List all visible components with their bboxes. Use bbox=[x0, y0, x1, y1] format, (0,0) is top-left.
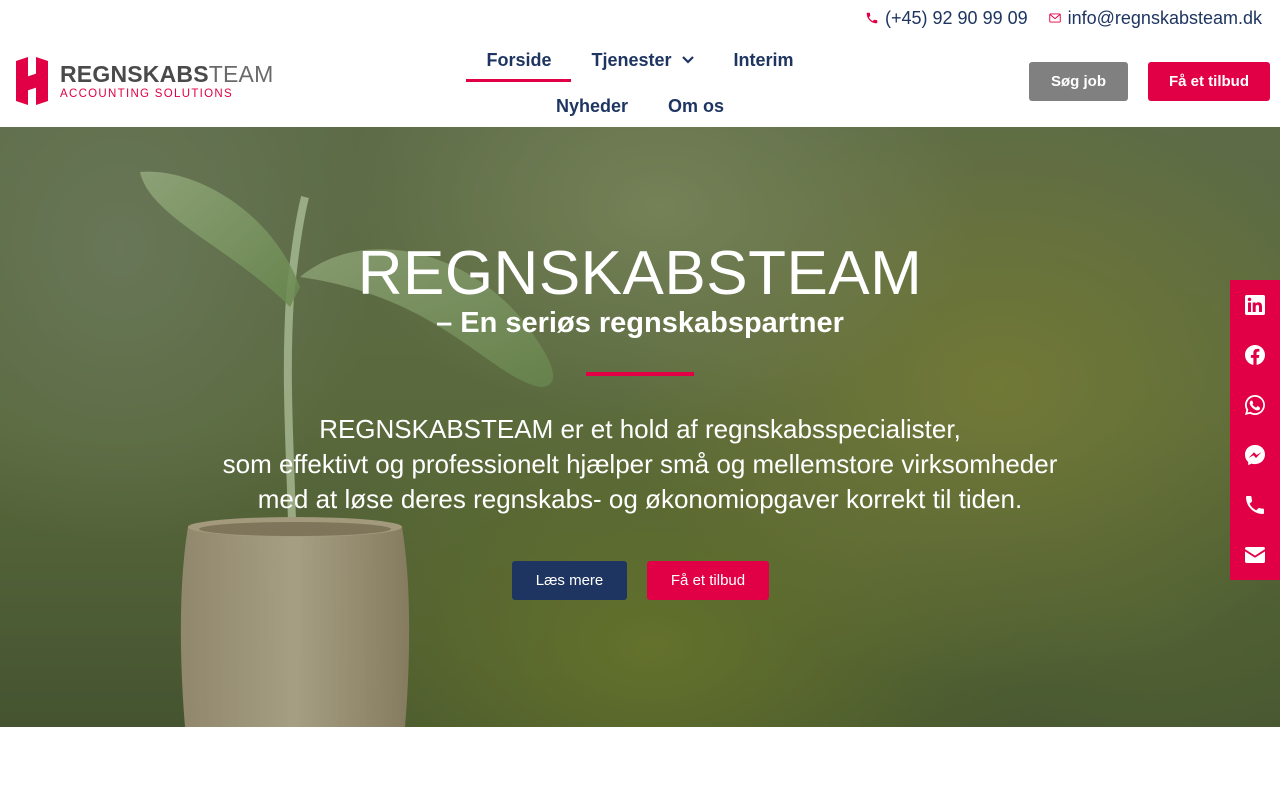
phone-button[interactable] bbox=[1230, 480, 1280, 530]
top-contact-bar: (+45) 92 90 99 09 info@regnskabsteam.dk bbox=[865, 6, 1262, 30]
hero-description-line: REGNSKABSTEAM er et hold af regnskabsspe… bbox=[319, 414, 961, 444]
hero-description-line: med at løse deres regnskabs- og økonomio… bbox=[257, 484, 1023, 514]
nav-item-om-os[interactable]: Om os bbox=[648, 86, 744, 126]
hero-divider bbox=[586, 372, 694, 376]
hero-subtitle: – En seriøs regnskabspartner bbox=[436, 307, 844, 339]
nav-item-label: Om os bbox=[668, 96, 725, 116]
get-offer-button[interactable]: Få et tilbud bbox=[1148, 62, 1270, 101]
linkedin-icon bbox=[1245, 295, 1265, 315]
hero-description-line: som effektivt og professionelt hjælper s… bbox=[222, 449, 1058, 479]
logo-mark-icon bbox=[16, 57, 48, 105]
email-icon bbox=[1245, 547, 1265, 563]
email-button[interactable] bbox=[1230, 530, 1280, 580]
email-text: info@regnskabsteam.dk bbox=[1067, 7, 1262, 28]
logo-subtitle: ACCOUNTING SOLUTIONS bbox=[60, 88, 233, 100]
logo-title: REGNSKABSTEAM bbox=[60, 61, 274, 87]
phone-text: (+45) 92 90 99 09 bbox=[885, 7, 1028, 28]
phone-icon bbox=[866, 12, 878, 24]
facebook-icon bbox=[1245, 345, 1265, 365]
phone-icon bbox=[1246, 496, 1264, 514]
social-share-bar bbox=[1230, 280, 1280, 580]
email-link[interactable]: info@regnskabsteam.dk bbox=[1048, 8, 1262, 29]
nav-item-label: Tjenester bbox=[591, 50, 672, 70]
nav-item-forside[interactable]: Forside bbox=[466, 40, 572, 82]
nav-item-nyheder[interactable]: Nyheder bbox=[536, 86, 648, 126]
whatsapp-icon bbox=[1245, 395, 1265, 415]
hero-section: REGNSKABSTEAM – En seriøs regnskabspartn… bbox=[0, 127, 1280, 727]
messenger-icon bbox=[1245, 445, 1265, 466]
envelope-icon bbox=[1048, 13, 1061, 23]
facebook-button[interactable] bbox=[1230, 330, 1280, 380]
chevron-down-icon bbox=[681, 56, 694, 64]
nav-item-label: Nyheder bbox=[555, 96, 628, 116]
linkedin-button[interactable] bbox=[1230, 280, 1280, 330]
hero-description: REGNSKABSTEAM er et hold af regnskabsspe… bbox=[140, 412, 1140, 517]
main-nav: Forside Tjenester Interim Nyheder Om os bbox=[450, 40, 830, 132]
phone-link[interactable]: (+45) 92 90 99 09 bbox=[865, 8, 1028, 29]
site-logo[interactable]: REGNSKABSTEAM ACCOUNTING SOLUTIONS bbox=[16, 57, 273, 105]
nav-item-label: Forside bbox=[486, 50, 552, 70]
nav-item-tjenester[interactable]: Tjenester bbox=[571, 40, 713, 80]
hero-title: REGNSKABSTEAM bbox=[357, 239, 923, 308]
search-job-button[interactable]: Søg job bbox=[1029, 62, 1128, 101]
nav-item-label: Interim bbox=[733, 50, 794, 70]
messenger-button[interactable] bbox=[1230, 430, 1280, 480]
nav-item-interim[interactable]: Interim bbox=[714, 40, 814, 80]
hero-get-offer-button[interactable]: Få et tilbud bbox=[647, 561, 769, 600]
whatsapp-button[interactable] bbox=[1230, 380, 1280, 430]
read-more-button[interactable]: Læs mere bbox=[512, 561, 627, 600]
